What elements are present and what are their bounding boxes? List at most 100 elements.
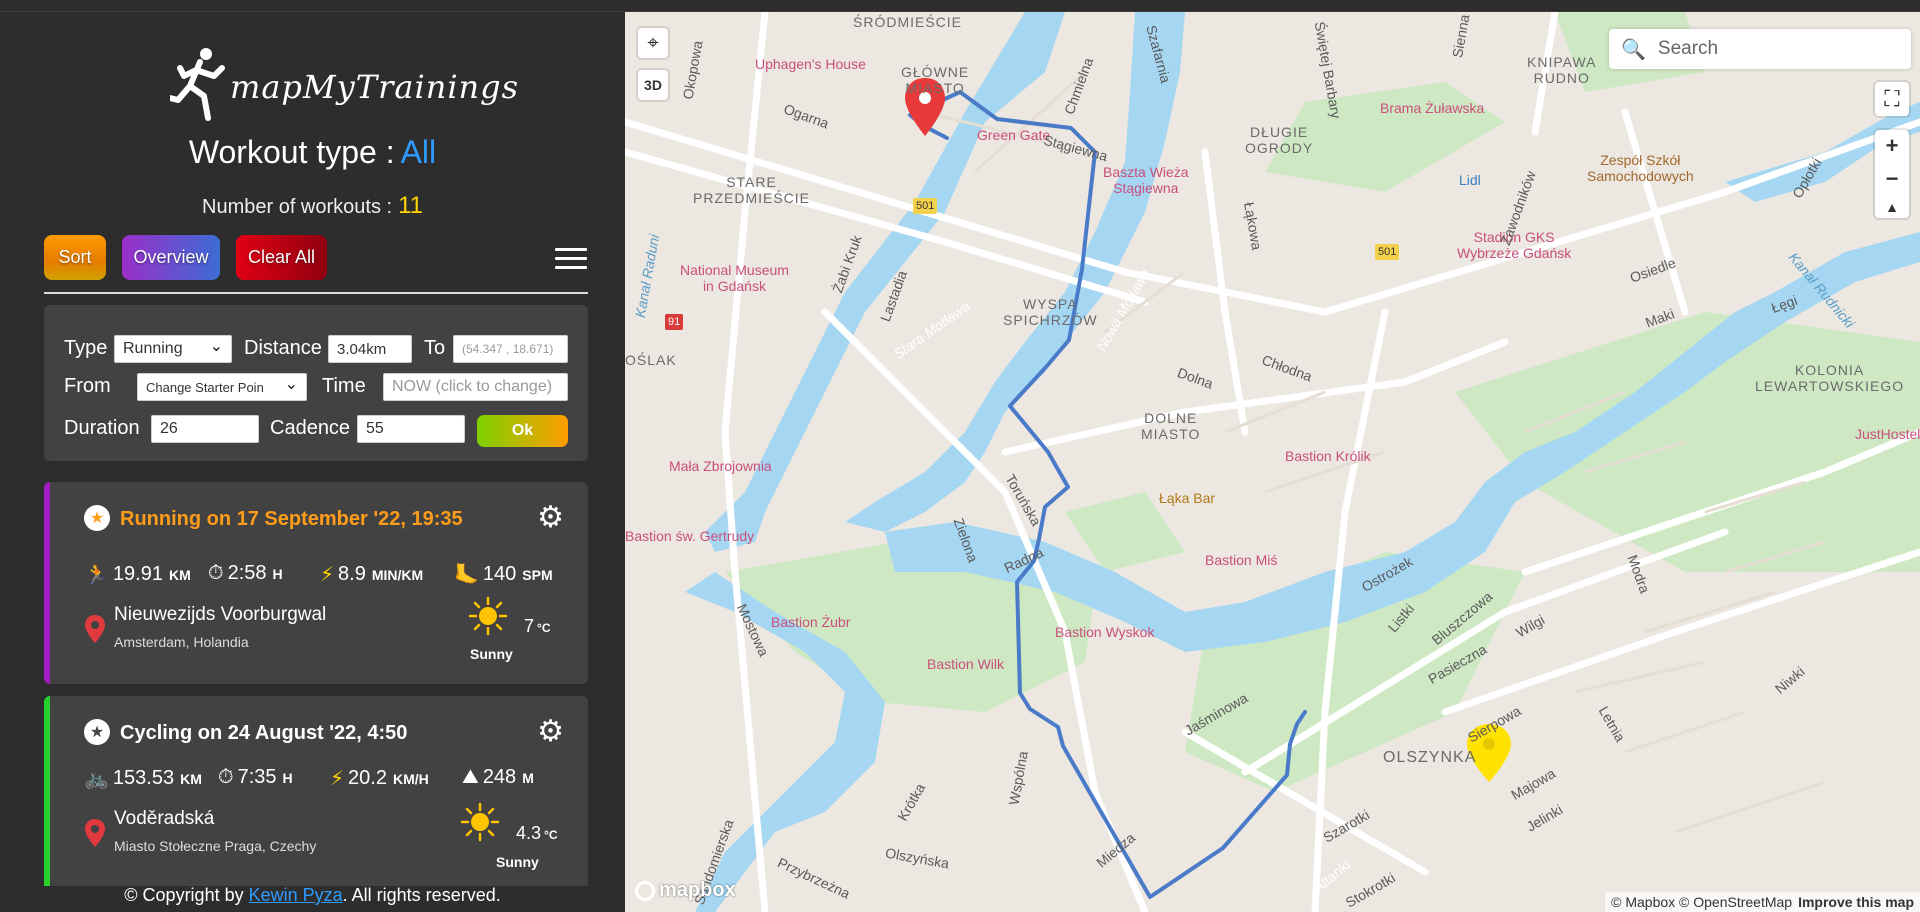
- toggle-3d-button[interactable]: 3D: [638, 70, 668, 100]
- menu-icon[interactable]: [555, 248, 587, 272]
- workout-form: Type Running Distance 3.04km To (54.347 …: [44, 305, 588, 461]
- map-label: Uphagen's House: [755, 56, 866, 72]
- duration-value: 7:35: [237, 766, 277, 788]
- map-label: Bastion Królik: [1285, 448, 1371, 464]
- author-link[interactable]: Kewin Pyza: [249, 885, 343, 905]
- pace-value: 8.9: [338, 563, 366, 585]
- bicycle-icon: 🚲: [84, 768, 109, 790]
- distance-input[interactable]: 3.04km: [328, 335, 412, 363]
- map-label: Bastion św. Gertrudy: [625, 528, 755, 544]
- map-label: OŚLAK: [625, 352, 677, 368]
- map-label: National Museum in Gdańsk: [680, 262, 789, 294]
- location-street: Nieuwezijds Voorburgwal: [114, 604, 327, 625]
- temperature: 4.3 °C: [516, 823, 558, 844]
- distance-value: 153.53: [112, 767, 175, 789]
- improve-map-link[interactable]: Improve this map: [1798, 894, 1914, 910]
- time-placeholder: NOW (click to change): [392, 378, 553, 395]
- duration-unit: H: [282, 769, 293, 786]
- type-select[interactable]: Running: [114, 335, 232, 363]
- search-icon: 🔍: [1621, 38, 1646, 61]
- fullscreen-icon[interactable]: ⛶: [1875, 82, 1909, 116]
- stopwatch-icon: ⏱: [208, 562, 224, 584]
- zoom-controls: + − ▲: [1875, 130, 1909, 218]
- runner-small-icon: 🏃: [84, 564, 109, 586]
- workout-type-value: All: [400, 134, 437, 170]
- workout-card-cycling[interactable]: ★ Cycling on 24 August '22, 4:50 ⚙ 🚲 153…: [44, 696, 588, 886]
- zoom-in-icon[interactable]: +: [1886, 133, 1899, 159]
- ok-button[interactable]: Ok: [477, 415, 568, 447]
- duration-input[interactable]: 26: [151, 415, 259, 443]
- temperature-unit: °C: [537, 621, 551, 635]
- from-select[interactable]: Change Starter Poin: [137, 373, 307, 401]
- map-label: Łąka Bar: [1159, 490, 1216, 506]
- compass-icon[interactable]: ▲: [1885, 199, 1899, 215]
- temperature: 7 °C: [524, 616, 550, 637]
- workout-count-value: 11: [398, 192, 423, 219]
- distance-value: 3.04km: [337, 340, 387, 358]
- clear-all-button[interactable]: Clear All: [236, 235, 327, 280]
- elevation-unit: M: [522, 769, 534, 786]
- distance-unit: KM: [168, 566, 191, 583]
- mapbox-logo-icon: [635, 880, 655, 901]
- map-label: JustHostel: [1855, 426, 1920, 442]
- cadence-value: 140: [482, 563, 517, 585]
- search-input[interactable]: [1657, 38, 1898, 60]
- mapbox-logo[interactable]: mapbox: [635, 879, 736, 902]
- to-label: To: [424, 337, 446, 359]
- workout-count-label: Number of workouts :: [202, 196, 393, 218]
- divider: [44, 292, 588, 294]
- time-label: Time: [322, 375, 366, 397]
- cadence-input[interactable]: 55: [357, 415, 465, 443]
- duration-stat: ⏱ 2:58 H: [208, 562, 283, 585]
- distance-stat: 🚲 153.53 KM: [84, 766, 202, 791]
- duration-stat: ⏱ 7:35 H: [218, 766, 293, 789]
- elevation-value: 248: [482, 766, 517, 788]
- pace-unit: MIN/KM: [371, 566, 424, 583]
- to-value: (54.347 , 18.671): [462, 342, 554, 356]
- map-search[interactable]: 🔍: [1609, 29, 1911, 69]
- workout-card-running[interactable]: ★ Running on 17 September '22, 19:35 ⚙ 🏃…: [44, 482, 588, 684]
- distance-label: Distance: [244, 337, 322, 359]
- stopwatch-icon: ⏱: [218, 766, 234, 788]
- speed-unit: KM/H: [392, 770, 429, 787]
- sun-icon: [460, 802, 500, 842]
- mapbox-logo-text: mapbox: [659, 879, 736, 901]
- foot-icon: 🦶: [454, 564, 479, 586]
- zoom-out-icon[interactable]: −: [1886, 166, 1899, 192]
- top-strip: [0, 0, 1920, 12]
- type-select-value: Running: [123, 340, 183, 357]
- workout-type-heading: Workout type : All: [0, 134, 625, 171]
- overview-button[interactable]: Overview: [122, 235, 220, 280]
- map-label: Bastion Żubr: [771, 614, 851, 630]
- footer: © Copyright by Kewin Pyza. All rights re…: [0, 885, 625, 906]
- location-city: Miasto Stołeczne Praga, Czechy: [114, 838, 317, 854]
- star-icon: ★: [84, 719, 110, 745]
- to-input[interactable]: (54.347 , 18.671): [453, 335, 568, 363]
- duration-value: 26: [160, 420, 178, 437]
- map-attribution: © Mapbox © OpenStreetMap Improve this map: [1605, 892, 1920, 912]
- lightning-icon: ⚡: [330, 768, 345, 790]
- map-label: Bastion Miś: [1205, 552, 1278, 568]
- type-label: Type: [64, 337, 108, 359]
- road-shield: 501: [1375, 244, 1400, 260]
- workout-type-label: Workout type :: [188, 134, 395, 170]
- map-label: Zespół Szkół Samochodowych: [1587, 152, 1694, 184]
- time-input[interactable]: NOW (click to change): [383, 373, 568, 401]
- app-logo: mapMyTrainings: [167, 46, 518, 122]
- speed-value: 20.2: [348, 767, 387, 789]
- location-pin-icon: [85, 615, 105, 643]
- from-label: From: [64, 375, 111, 397]
- cadence-label: Cadence: [270, 417, 351, 439]
- sort-button[interactable]: Sort: [44, 235, 106, 280]
- map-label: KOLONIA LEWARTOWSKIEGO: [1755, 362, 1905, 394]
- location-pin-icon: [85, 819, 105, 847]
- attribution-text[interactable]: © Mapbox © OpenStreetMap: [1611, 894, 1792, 910]
- locate-icon[interactable]: ⌖: [638, 28, 668, 58]
- map-label: WYSPA SPICHRZÓW: [1003, 296, 1098, 328]
- weather-description: Sunny: [496, 854, 539, 870]
- map-label: Baszta Wieża Stągiewna: [1103, 164, 1189, 196]
- gear-icon[interactable]: ⚙: [537, 714, 564, 749]
- lightning-icon: ⚡: [320, 564, 335, 586]
- gear-icon[interactable]: ⚙: [537, 500, 564, 535]
- map-view[interactable]: ŚRÓDMIEŚCIE GŁÓWNE MIASTO Uphagen's Hous…: [625, 12, 1920, 912]
